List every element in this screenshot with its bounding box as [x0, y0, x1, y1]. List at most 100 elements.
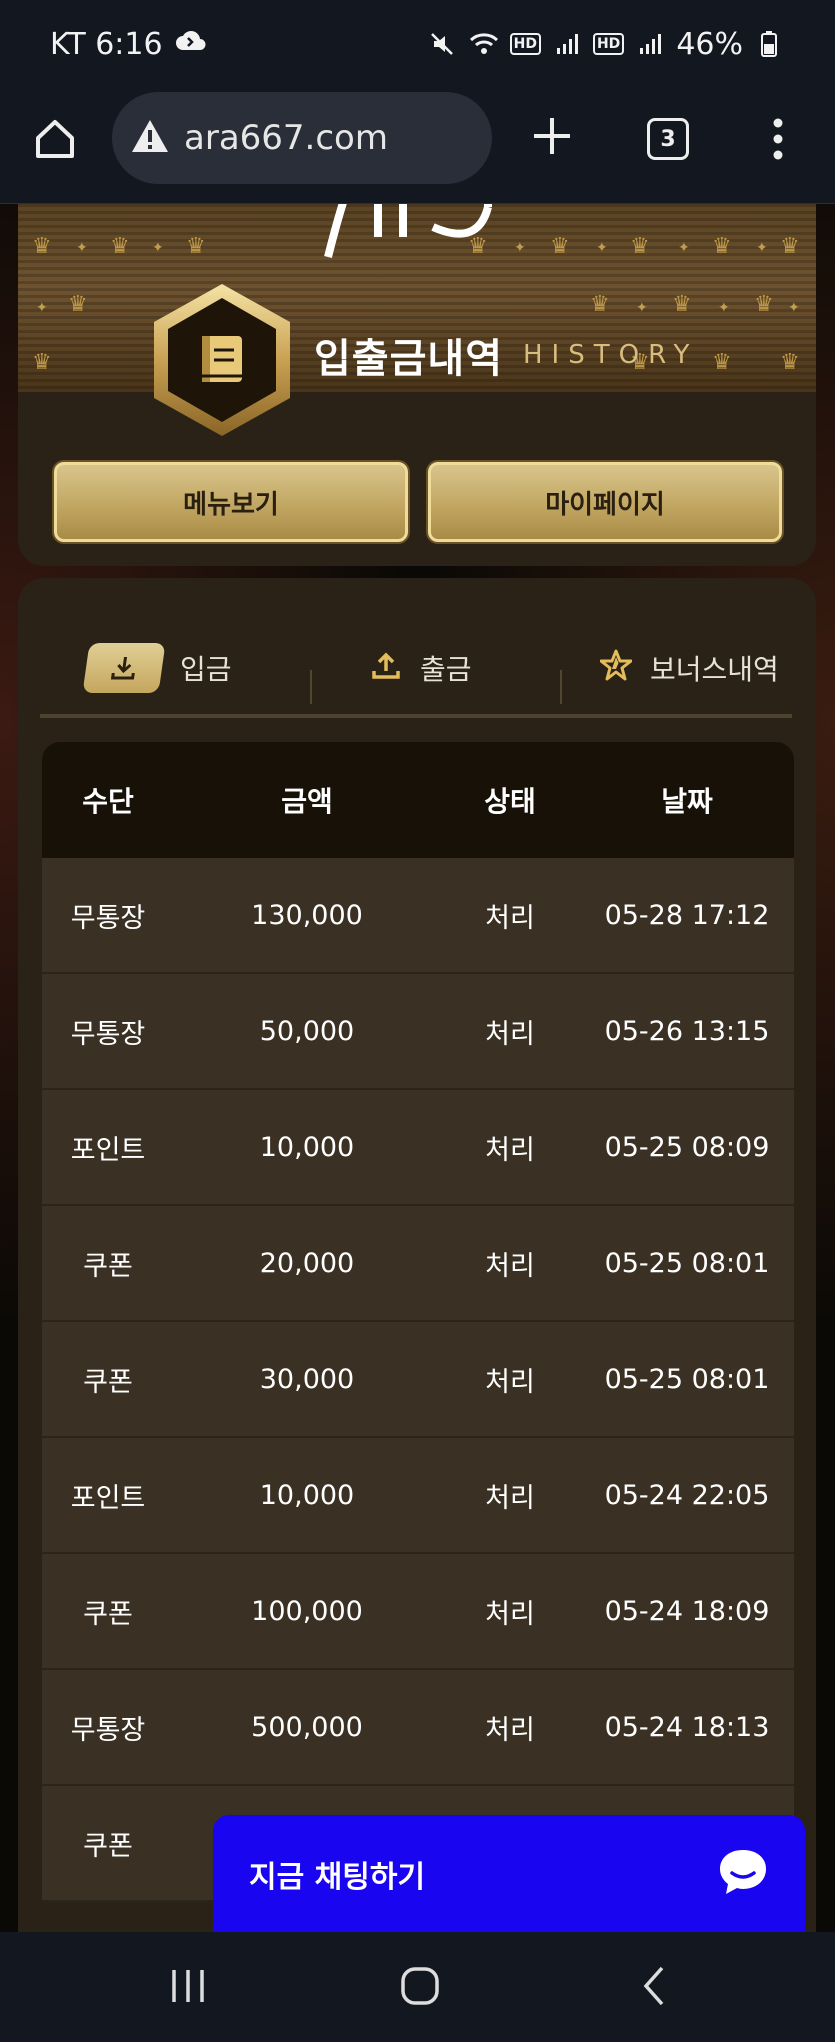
tab-divider [310, 670, 312, 704]
browser-toolbar: ara667.com 3 [0, 88, 835, 204]
table-row: 포인트 10,000 처리 05-25 08:09 [42, 1090, 794, 1206]
signal-icon-1 [551, 28, 583, 60]
cell-status: 처리 [485, 1250, 535, 1282]
android-navigation-bar [0, 1932, 835, 2042]
history-table: 수단 금액 상태 날짜 무통장 130,000 처리 05-28 17:12 무… [42, 742, 794, 1932]
home-icon[interactable] [30, 114, 80, 164]
cell-date: 05-28 17:12 [604, 899, 770, 931]
tab-deposit-label: 입금 [180, 653, 232, 686]
crown-icon: ♛ [68, 292, 88, 317]
history-content-card: 입금 출금 보너스내역 수단 금액 상태 날짜 무통장 130,000 처리 0… [18, 578, 816, 1932]
tab-switcher-button[interactable]: 3 [647, 118, 689, 160]
cell-date: 05-24 18:13 [604, 1711, 770, 1743]
sparkle-icon: ✦ [678, 240, 690, 256]
tab-bonus[interactable]: 보너스내역 [599, 618, 779, 718]
crown-icon: ♛ [712, 350, 732, 375]
tab-bonus-label: 보너스내역 [650, 653, 779, 686]
crown-icon: ♛ [780, 350, 800, 375]
page-subtitle: HISTORY [523, 340, 699, 370]
home-nav-icon[interactable] [398, 1964, 442, 2008]
warning-icon [130, 118, 170, 158]
crown-icon: ♛ [780, 234, 800, 259]
column-header-status: 상태 [484, 785, 536, 818]
cell-amount: 10,000 [259, 1131, 355, 1163]
recent-apps-icon[interactable] [166, 1964, 210, 2008]
mypage-button[interactable]: 마이페이지 [428, 462, 782, 542]
history-tabs: 입금 출금 보너스내역 [40, 618, 792, 718]
crown-icon: ♛ [712, 234, 732, 259]
cell-amount: 500,000 [251, 1711, 363, 1743]
crown-icon: ♛ [672, 292, 692, 317]
crown-icon: ♛ [32, 234, 52, 259]
sparkle-icon: ✦ [152, 240, 164, 256]
back-icon[interactable] [634, 1964, 678, 2008]
battery-percent: 46% [676, 26, 743, 62]
upload-icon [370, 649, 402, 688]
crown-icon: ♛ [590, 292, 610, 317]
hd-badge-1: HD [509, 33, 541, 55]
crown-icon: ♛ [186, 234, 206, 259]
sparkle-icon: ✦ [76, 240, 88, 256]
cell-date: 05-24 22:05 [604, 1479, 770, 1511]
more-menu-icon[interactable] [766, 116, 790, 162]
live-chat-button[interactable]: 지금 채팅하기 [213, 1815, 805, 1933]
sparkle-icon: ✦ [596, 240, 608, 256]
cell-method: 무통장 [70, 1714, 146, 1746]
cell-method: 쿠폰 [83, 1598, 133, 1630]
status-bar: KT 6:16 HD HD 46% [0, 0, 835, 88]
wifi-icon [468, 28, 500, 60]
cell-status: 처리 [485, 1714, 535, 1746]
cell-amount: 130,000 [251, 899, 363, 931]
cell-status: 처리 [485, 902, 535, 934]
tab-withdraw-label: 출금 [420, 653, 472, 686]
page-title: 입출금내역 [314, 336, 503, 382]
crown-icon: ♛ [550, 234, 570, 259]
crown-icon: ♛ [110, 234, 130, 259]
chat-label: 지금 채팅하기 [249, 1860, 426, 1895]
address-bar[interactable]: ara667.com [112, 92, 492, 184]
menu-view-button[interactable]: 메뉴보기 [54, 462, 408, 542]
tab-deposit[interactable]: 입금 [82, 618, 232, 718]
mute-icon [426, 28, 458, 60]
cell-method: 쿠폰 [83, 1830, 133, 1862]
table-row: 쿠폰 20,000 처리 05-25 08:01 [42, 1206, 794, 1322]
table-row: 무통장 50,000 처리 05-26 13:15 [42, 974, 794, 1090]
cell-method: 무통장 [70, 902, 146, 934]
cell-method: 쿠폰 [83, 1250, 133, 1282]
crown-icon: ♛ [754, 292, 774, 317]
download-icon [82, 643, 166, 693]
cell-status: 처리 [485, 1018, 535, 1050]
cell-amount: 30,000 [259, 1363, 355, 1395]
cell-status: 처리 [485, 1598, 535, 1630]
carrier-time: KT 6:16 [50, 26, 163, 62]
table-row: 쿠폰 100,000 처리 05-24 18:09 [42, 1554, 794, 1670]
cell-date: 05-25 08:01 [604, 1247, 770, 1279]
cell-date: 05-25 08:01 [604, 1363, 770, 1395]
sparkle-icon: ✦ [36, 300, 48, 316]
table-header: 수단 금액 상태 날짜 [42, 742, 794, 858]
cell-date: 05-26 13:15 [604, 1015, 770, 1047]
cell-date: 05-25 08:09 [604, 1131, 770, 1163]
table-row: 포인트 10,000 처리 05-24 22:05 [42, 1438, 794, 1554]
column-header-amount: 금액 [281, 785, 333, 818]
cell-method: 포인트 [70, 1134, 146, 1166]
cell-amount: 100,000 [251, 1595, 363, 1627]
cell-date: 05-24 18:09 [604, 1595, 770, 1627]
tab-divider [560, 670, 562, 704]
hd-badge-2: HD [592, 33, 625, 55]
cell-status: 처리 [485, 1482, 535, 1514]
new-tab-icon[interactable] [530, 114, 574, 158]
crown-icon: ♛ [630, 234, 650, 259]
tab-withdraw[interactable]: 출금 [370, 618, 472, 718]
column-header-date: 날짜 [661, 785, 713, 818]
battery-icon [753, 28, 785, 60]
site-logo [308, 204, 548, 289]
table-row: 무통장 130,000 처리 05-28 17:12 [42, 858, 794, 974]
sparkle-icon: ✦ [756, 240, 768, 256]
cell-status: 처리 [485, 1366, 535, 1398]
cell-amount: 10,000 [259, 1479, 355, 1511]
column-header-method: 수단 [82, 785, 134, 818]
book-badge-icon [148, 280, 296, 440]
sparkle-icon: ✦ [636, 300, 648, 316]
crown-icon: ♛ [32, 350, 52, 375]
